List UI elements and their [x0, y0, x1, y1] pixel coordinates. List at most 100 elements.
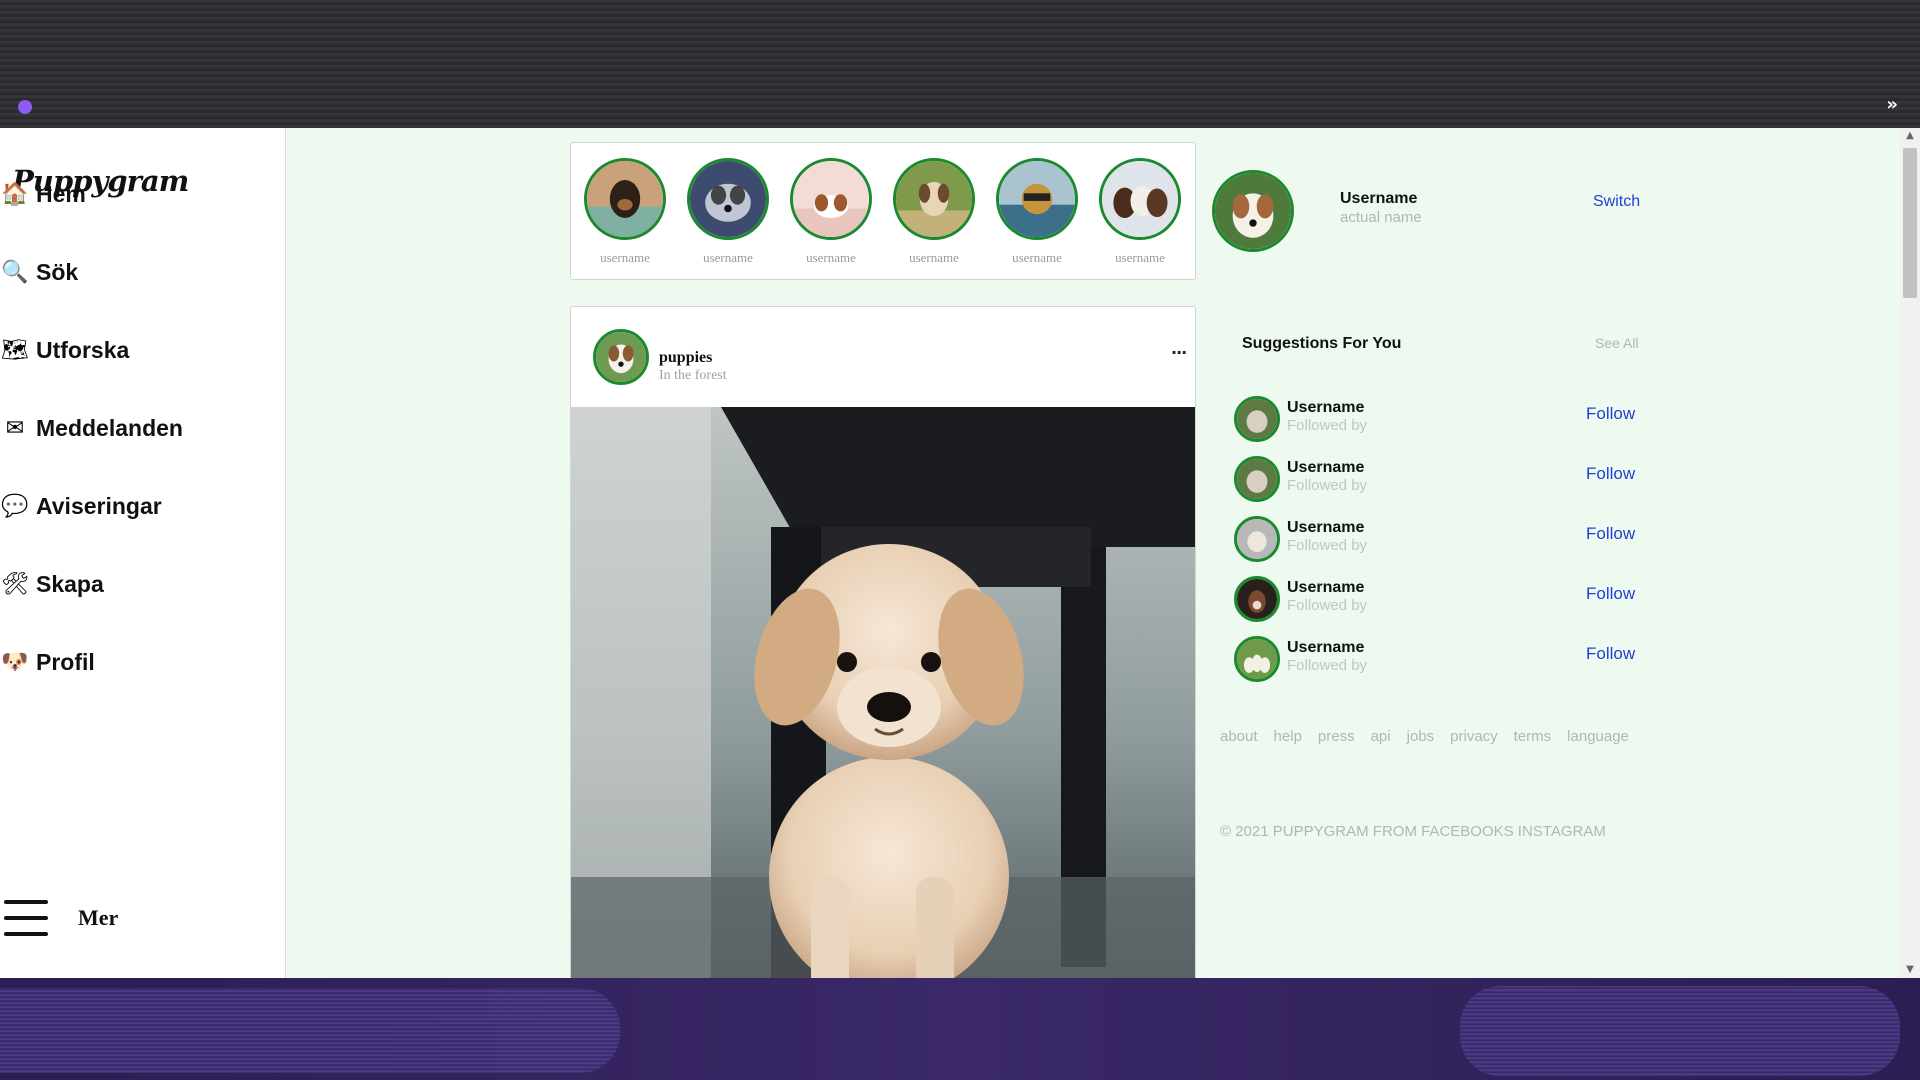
sidebar-item-label: Hem	[36, 180, 86, 207]
scroll-up-arrow-icon[interactable]: ▲	[1900, 128, 1920, 144]
current-actual-name: actual name	[1340, 209, 1422, 226]
sidebar-item-label: Utforska	[36, 336, 130, 363]
suggestions-title: Suggestions For You	[1242, 335, 1402, 352]
story-avatar	[893, 158, 975, 240]
feed-post: puppies In the forest ···	[570, 306, 1196, 978]
story-username: username	[1115, 250, 1165, 265]
story-username: username	[1012, 250, 1062, 265]
footer-link-api[interactable]: api	[1371, 728, 1391, 745]
redacted-area	[1460, 986, 1900, 1076]
follow-button[interactable]: Follow	[1586, 524, 1635, 544]
more-label: Mer	[78, 905, 119, 930]
home-icon: 🏠	[1, 181, 29, 207]
sidebar-item-profil[interactable]: 🐶 Profil	[0, 642, 95, 682]
stories-bar: username username username username user…	[570, 142, 1196, 280]
toolbar-overflow-button[interactable]: »	[1886, 94, 1898, 115]
speech-bubble-icon: 💬	[1, 493, 29, 519]
story-item[interactable]: username	[1098, 158, 1182, 266]
hamburger-icon	[4, 900, 48, 936]
post-photo[interactable]	[571, 407, 1196, 978]
suggestion-avatar[interactable]	[1234, 396, 1280, 442]
story-avatar	[790, 158, 872, 240]
envelope-icon: ✉	[5, 415, 25, 441]
sidebar-item-hem[interactable]: 🏠 Hem	[0, 174, 86, 214]
page-viewport: Puppygram 🏠 Hem 🔍 Sök 🗺 Utforska ✉ Medde…	[0, 128, 1920, 978]
suggestion-followed-by: Followed by	[1287, 657, 1368, 674]
switch-account-button[interactable]: Switch	[1593, 193, 1640, 211]
post-author-name[interactable]: puppies	[659, 349, 712, 367]
footer-link-privacy[interactable]: privacy	[1450, 728, 1498, 745]
story-avatar	[584, 158, 666, 240]
footer-link-language[interactable]: language	[1567, 728, 1629, 745]
suggestion-followed-by: Followed by	[1287, 417, 1368, 434]
footer-link-help[interactable]: help	[1274, 728, 1302, 745]
suggestion-item: Username Followed by Follow	[1234, 636, 1654, 684]
follow-button[interactable]: Follow	[1586, 644, 1635, 664]
scroll-down-arrow-icon[interactable]: ▼	[1900, 962, 1920, 978]
follow-button[interactable]: Follow	[1586, 584, 1635, 604]
taskbar	[0, 978, 1920, 1080]
suggestion-avatar[interactable]	[1234, 636, 1280, 682]
copyright-text: © 2021 PUPPYGRAM FROM FACEBOOKS INSTAGRA…	[1220, 823, 1606, 840]
sidebar-item-label: Meddelanden	[36, 414, 183, 441]
story-item[interactable]: username	[583, 158, 667, 266]
suggestion-avatar[interactable]	[1234, 516, 1280, 562]
footer-link-about[interactable]: about	[1220, 728, 1258, 745]
browser-toolbar: »	[0, 0, 1920, 128]
suggestion-item: Username Followed by Follow	[1234, 396, 1654, 444]
tools-icon: 🛠	[1, 571, 29, 597]
map-icon: 🗺	[1, 337, 29, 363]
sidebar-item-label: Aviseringar	[36, 492, 162, 519]
redacted-area	[0, 988, 620, 1073]
sidebar-item-label: Profil	[36, 648, 95, 675]
story-avatar	[1099, 158, 1181, 240]
suggestion-followed-by: Followed by	[1287, 477, 1368, 494]
current-user-avatar[interactable]	[1212, 170, 1294, 252]
browser-tab-icon[interactable]	[18, 100, 32, 114]
story-item[interactable]: username	[892, 158, 976, 266]
suggestion-username[interactable]: Username	[1287, 519, 1364, 537]
post-options-button[interactable]: ···	[1171, 343, 1187, 362]
scrollbar-thumb[interactable]	[1903, 148, 1917, 298]
sidebar-item-aviseringar[interactable]: 💬 Aviseringar	[0, 486, 162, 526]
suggestion-item: Username Followed by Follow	[1234, 576, 1654, 624]
suggestion-username[interactable]: Username	[1287, 639, 1364, 657]
footer-links: about help press api jobs privacy terms …	[1220, 728, 1645, 745]
suggestion-followed-by: Followed by	[1287, 597, 1368, 614]
footer-link-jobs[interactable]: jobs	[1407, 728, 1435, 745]
story-item[interactable]: username	[686, 158, 770, 266]
search-icon: 🔍	[1, 259, 29, 285]
footer-link-press[interactable]: press	[1318, 728, 1355, 745]
see-all-link[interactable]: See All	[1595, 335, 1639, 351]
story-avatar	[687, 158, 769, 240]
sidebar-item-label: Sök	[36, 258, 79, 285]
suggestion-avatar[interactable]	[1234, 576, 1280, 622]
suggestion-item: Username Followed by Follow	[1234, 456, 1654, 504]
footer-link-terms[interactable]: terms	[1514, 728, 1552, 745]
follow-button[interactable]: Follow	[1586, 464, 1635, 484]
story-username: username	[703, 250, 753, 265]
current-username[interactable]: Username	[1340, 190, 1417, 208]
sidebar-item-utforska[interactable]: 🗺 Utforska	[0, 330, 129, 370]
sidebar-item-label: Skapa	[36, 570, 104, 597]
sidebar-item-skapa[interactable]: 🛠 Skapa	[0, 564, 104, 604]
sidebar: Puppygram 🏠 Hem 🔍 Sök 🗺 Utforska ✉ Medde…	[0, 128, 286, 978]
post-author-avatar[interactable]	[593, 329, 649, 385]
follow-button[interactable]: Follow	[1586, 404, 1635, 424]
suggestion-username[interactable]: Username	[1287, 399, 1364, 417]
story-username: username	[600, 250, 650, 265]
sidebar-item-sok[interactable]: 🔍 Sök	[0, 252, 78, 292]
suggestion-item: Username Followed by Follow	[1234, 516, 1654, 564]
suggestion-followed-by: Followed by	[1287, 537, 1368, 554]
suggestion-username[interactable]: Username	[1287, 579, 1364, 597]
sidebar-item-meddelanden[interactable]: ✉ Meddelanden	[0, 408, 183, 448]
suggestion-avatar[interactable]	[1234, 456, 1280, 502]
more-menu-button[interactable]: Mer	[0, 900, 118, 936]
story-avatar	[996, 158, 1078, 240]
suggestion-username[interactable]: Username	[1287, 459, 1364, 477]
story-item[interactable]: username	[995, 158, 1079, 266]
story-item[interactable]: username	[789, 158, 873, 266]
story-username: username	[806, 250, 856, 265]
page-scrollbar[interactable]: ▲ ▼	[1900, 128, 1920, 978]
dog-face-icon: 🐶	[1, 649, 29, 675]
